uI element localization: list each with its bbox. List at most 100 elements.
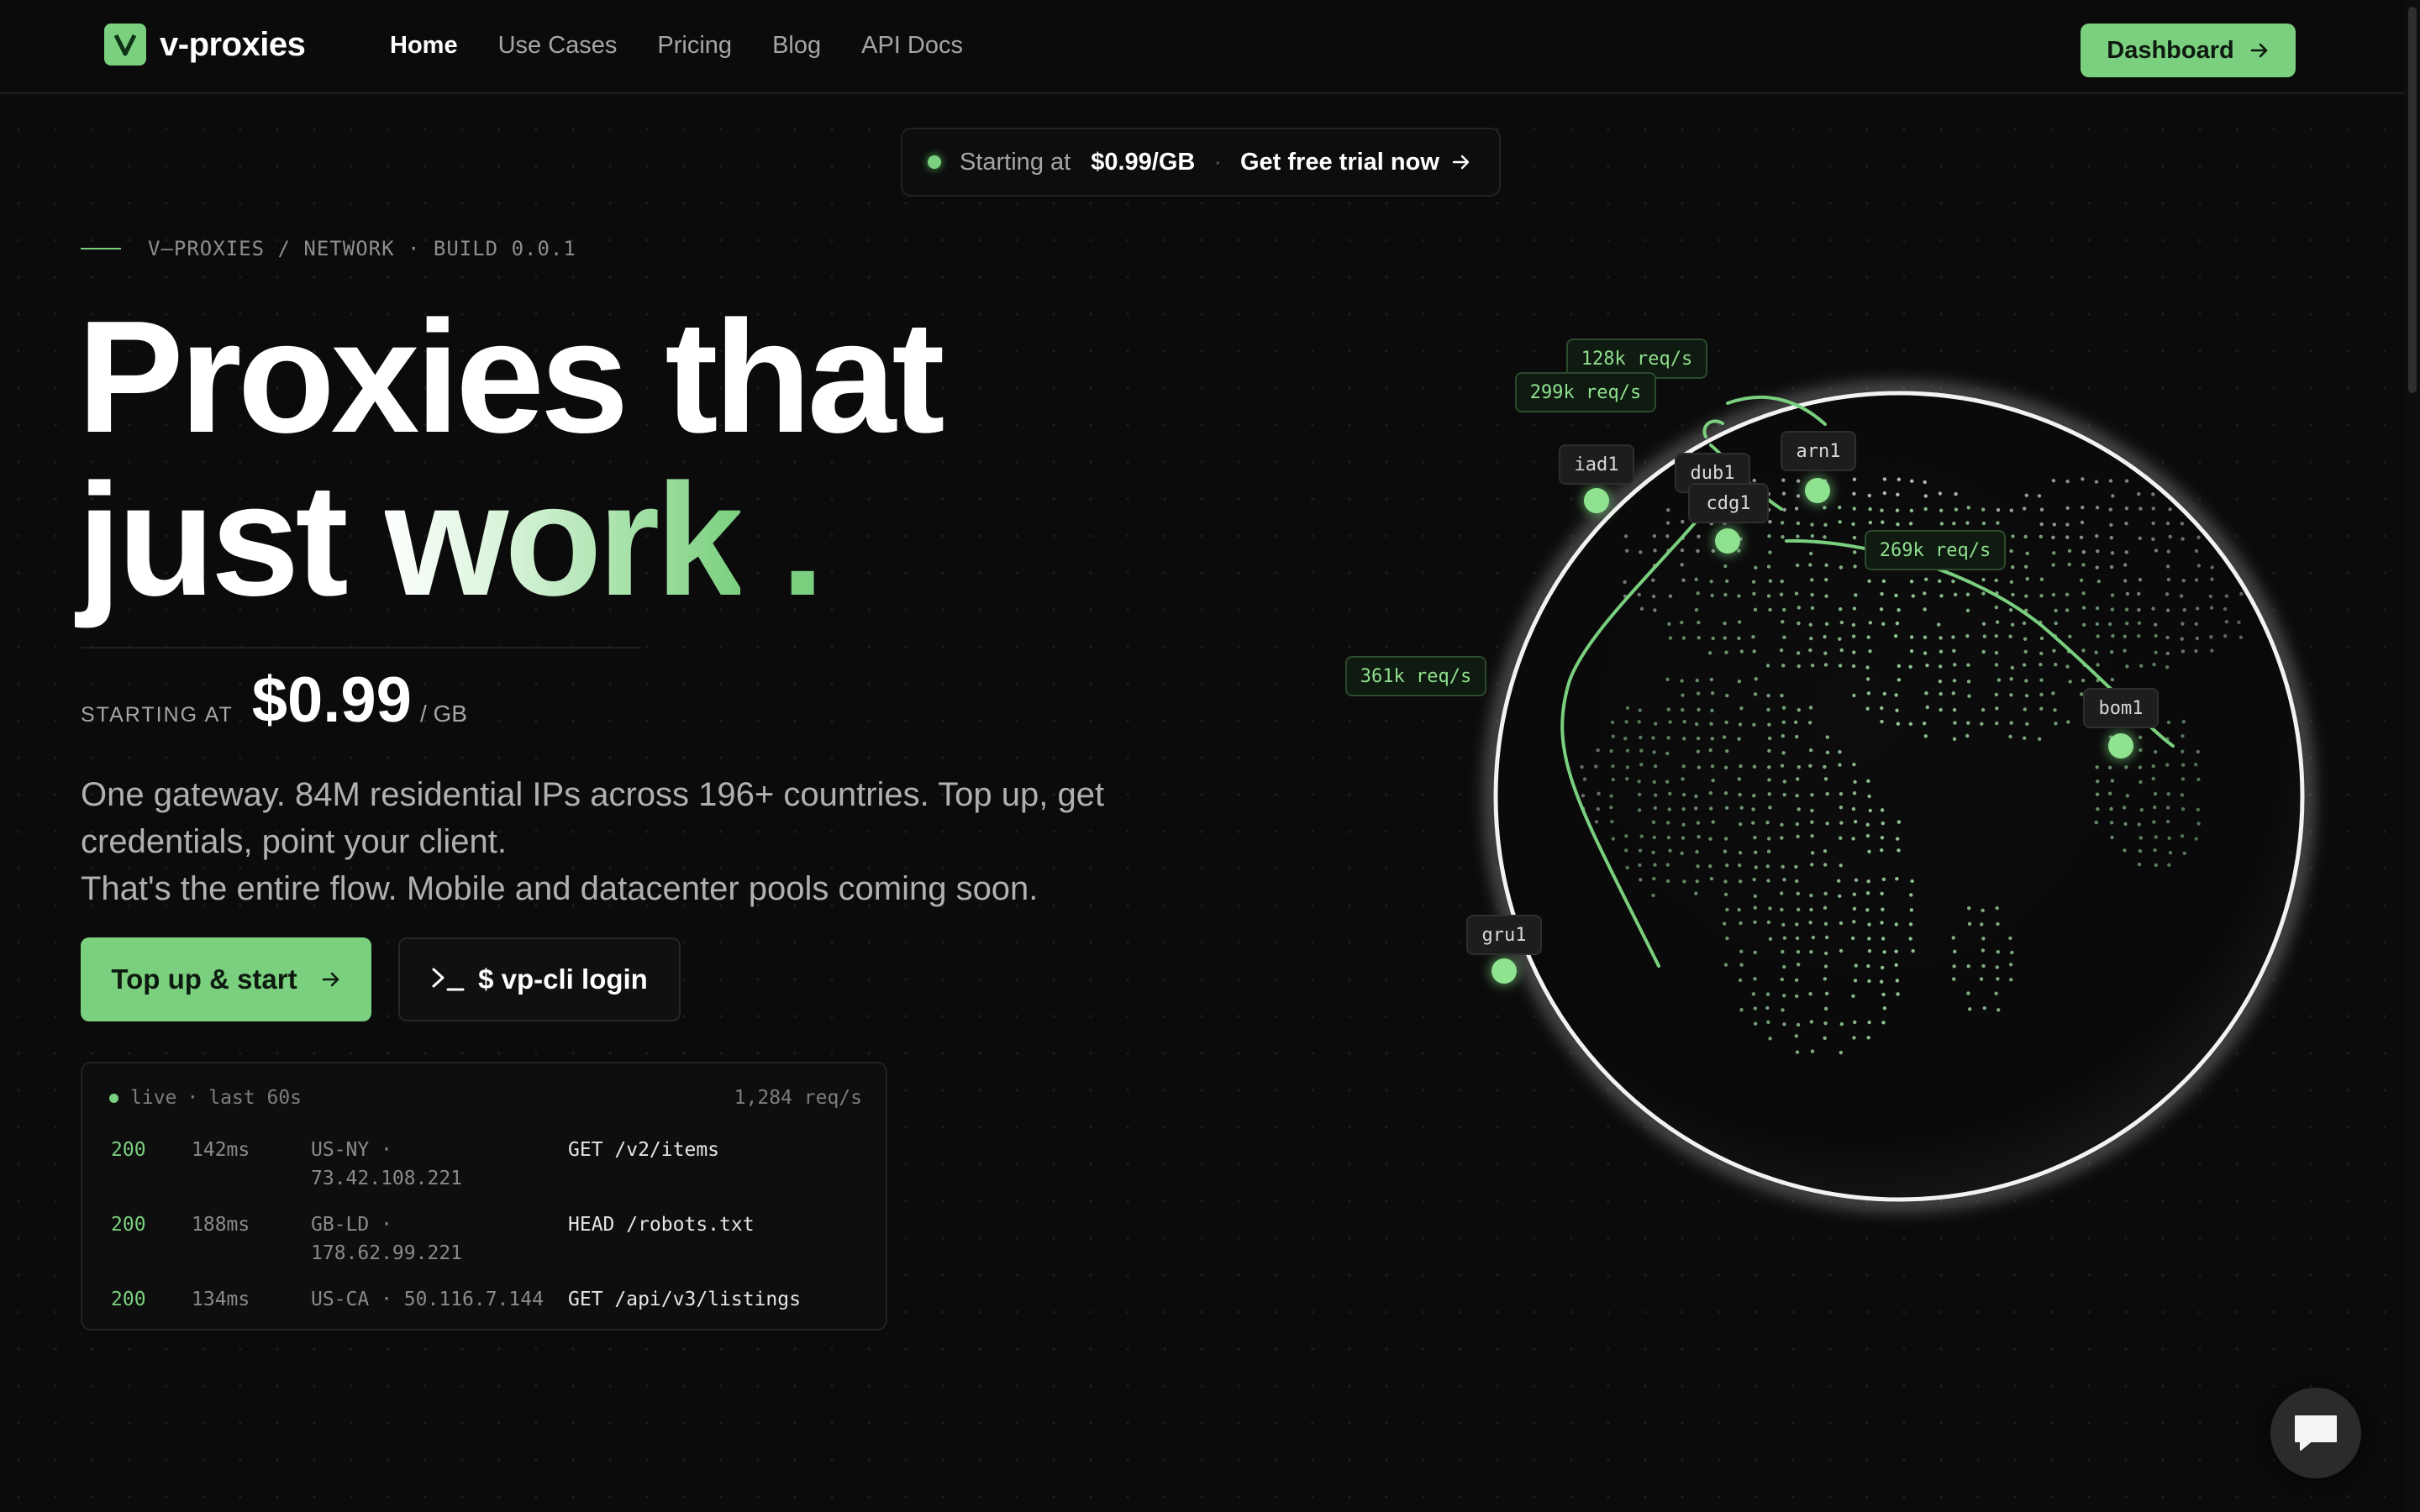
land-dot bbox=[1695, 879, 1699, 884]
announcement-price: $0.99/GB bbox=[1091, 148, 1196, 176]
node-gru1[interactable] bbox=[1491, 958, 1517, 984]
land-dot bbox=[1581, 793, 1586, 798]
land-dot bbox=[1966, 721, 1970, 725]
land-dot bbox=[2081, 622, 2086, 627]
land-dot bbox=[2065, 664, 2070, 669]
land-dot bbox=[1696, 821, 1701, 825]
land-dot bbox=[2054, 608, 2058, 613]
land-dot bbox=[1982, 634, 1987, 638]
land-dot bbox=[1781, 949, 1785, 954]
node-arn1[interactable] bbox=[1805, 478, 1830, 503]
land-dot bbox=[1708, 790, 1713, 795]
land-dot bbox=[2165, 521, 2170, 526]
land-dot bbox=[1737, 863, 1742, 868]
land-dot bbox=[1880, 508, 1884, 512]
chat-button[interactable] bbox=[2270, 1388, 2361, 1478]
land-dot bbox=[2179, 594, 2184, 598]
land-dot bbox=[1697, 765, 1702, 769]
land-dot bbox=[2111, 633, 2115, 638]
land-dot bbox=[1753, 920, 1757, 925]
node-iad1[interactable] bbox=[1584, 488, 1609, 513]
land-dot bbox=[2039, 651, 2044, 656]
nav-item-blog[interactable]: Blog bbox=[772, 32, 821, 60]
nav-item-api-docs[interactable]: API Docs bbox=[861, 32, 963, 60]
arrow-right-icon bbox=[2250, 43, 2268, 58]
land-dot bbox=[1694, 607, 1699, 612]
land-dot bbox=[2110, 551, 2115, 555]
land-dot bbox=[1668, 636, 1673, 640]
land-dot bbox=[1666, 835, 1671, 840]
land-dot bbox=[1610, 819, 1614, 824]
land-dot bbox=[1880, 719, 1884, 724]
land-dot bbox=[2194, 648, 2198, 654]
land-dot bbox=[2095, 606, 2100, 611]
land-dot bbox=[1666, 707, 1670, 711]
land-dot bbox=[1582, 777, 1587, 781]
land-dot bbox=[1880, 706, 1884, 711]
nav-item-use-cases[interactable]: Use Cases bbox=[498, 32, 618, 60]
land-dot bbox=[1824, 563, 1828, 567]
land-dot bbox=[2051, 691, 2055, 696]
land-dot bbox=[2195, 636, 2199, 641]
nav-item-home[interactable]: Home bbox=[390, 32, 458, 60]
land-dot bbox=[1896, 492, 1900, 496]
land-dot bbox=[2095, 622, 2100, 627]
land-dot bbox=[1625, 706, 1630, 711]
land-dot bbox=[1996, 977, 2000, 981]
land-dot bbox=[1866, 635, 1870, 639]
land-dot bbox=[1880, 891, 1884, 895]
hero-description: One gateway. 84M residential IPs across … bbox=[81, 771, 1223, 912]
land-dot bbox=[2209, 606, 2214, 610]
land-dot bbox=[1839, 1050, 1844, 1055]
land-dot bbox=[1796, 534, 1800, 538]
land-dot bbox=[1739, 806, 1744, 810]
land-dot bbox=[1751, 635, 1755, 639]
land-dot bbox=[1952, 964, 1956, 969]
land-dot bbox=[1611, 734, 1616, 738]
nav-item-pricing[interactable]: Pricing bbox=[657, 32, 732, 60]
land-dot bbox=[2180, 637, 2184, 641]
land-dot bbox=[1967, 906, 1971, 911]
land-dot bbox=[1981, 591, 1986, 596]
land-dot bbox=[1767, 748, 1771, 753]
land-dot bbox=[1782, 780, 1787, 784]
land-dot bbox=[1909, 908, 1914, 912]
land-dot bbox=[1680, 620, 1684, 625]
land-dot bbox=[1981, 507, 1986, 512]
log-status-code: 200 bbox=[111, 1289, 146, 1310]
land-dot bbox=[1839, 565, 1844, 570]
land-dot bbox=[1925, 663, 1929, 668]
dashboard-button[interactable]: Dashboard bbox=[2081, 24, 2296, 77]
scrollbar-thumb[interactable] bbox=[2408, 7, 2417, 393]
land-dot bbox=[1781, 751, 1786, 755]
land-dot bbox=[1781, 922, 1786, 927]
brand-logo[interactable]: v-proxies bbox=[104, 24, 306, 66]
land-dot bbox=[2138, 848, 2143, 853]
land-dot bbox=[2022, 621, 2027, 626]
land-dot bbox=[1852, 762, 1856, 767]
cli-login-button[interactable]: $ vp-cli login bbox=[398, 937, 681, 1021]
land-dot bbox=[1810, 592, 1814, 597]
land-dot bbox=[1681, 836, 1686, 840]
land-dot bbox=[1796, 494, 1801, 498]
land-dot bbox=[1723, 765, 1728, 769]
top-up-button[interactable]: Top up & start bbox=[81, 937, 371, 1021]
land-dot bbox=[2081, 477, 2085, 481]
land-dot bbox=[1897, 608, 1901, 612]
log-request: HEAD /robots.txt bbox=[568, 1214, 755, 1236]
land-dot bbox=[1694, 722, 1699, 727]
land-dot bbox=[2039, 706, 2044, 711]
land-dot bbox=[2154, 650, 2158, 655]
land-dot bbox=[2139, 780, 2143, 785]
land-dot bbox=[1609, 748, 1613, 753]
node-cdg1[interactable] bbox=[1715, 528, 1740, 554]
land-dot bbox=[1610, 720, 1615, 725]
land-dot bbox=[1939, 522, 1944, 526]
free-trial-link[interactable]: Get free trial now bbox=[1240, 149, 1439, 176]
land-dot bbox=[1923, 607, 1927, 612]
node-bom1[interactable] bbox=[2108, 733, 2133, 759]
land-dot bbox=[1853, 550, 1857, 554]
land-dot bbox=[2096, 663, 2100, 667]
land-dot bbox=[2124, 507, 2129, 511]
trial-announcement[interactable]: Starting at $0.99/GB · Get free trial no… bbox=[901, 128, 1501, 197]
